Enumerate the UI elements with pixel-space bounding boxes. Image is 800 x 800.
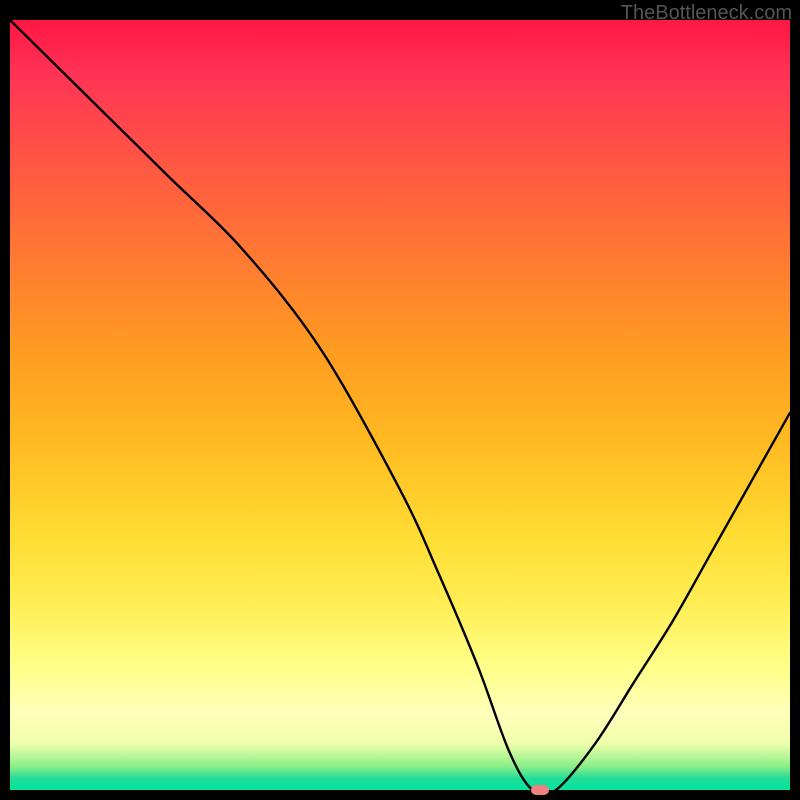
optimal-point-marker xyxy=(531,785,549,795)
chart-plot-area xyxy=(10,20,790,790)
chart-curve-svg xyxy=(10,20,790,790)
bottleneck-curve-line xyxy=(10,20,790,790)
